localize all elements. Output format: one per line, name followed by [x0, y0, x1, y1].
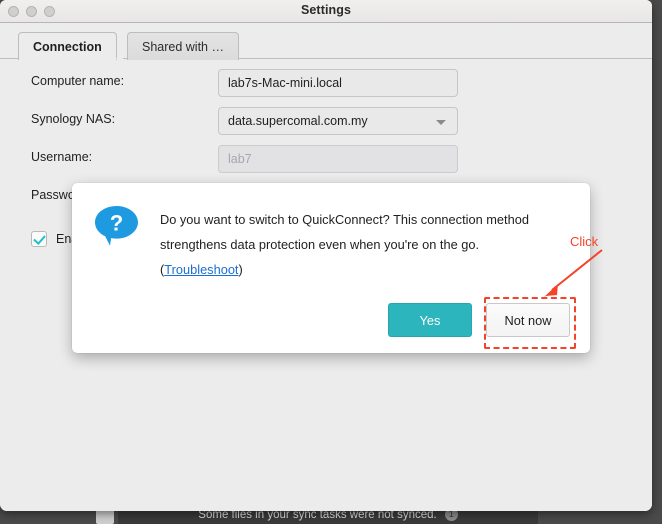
quickconnect-dialog: ? Do you want to switch to QuickConnect?… — [72, 183, 590, 353]
not-now-button-label: Not now — [504, 312, 552, 328]
yes-button-label: Yes — [419, 312, 441, 328]
yes-button[interactable]: Yes — [388, 303, 472, 337]
form-row-synology-nas: Synology NAS: data.supercomal.com.my — [0, 107, 652, 135]
synology-nas-value: data.supercomal.com.my — [228, 114, 368, 128]
not-now-button[interactable]: Not now — [486, 303, 570, 337]
label-username: Username: — [31, 150, 93, 164]
title-bar: Settings — [0, 0, 652, 23]
chevron-down-icon — [436, 120, 446, 125]
dialog-message: Do you want to switch to QuickConnect? T… — [160, 212, 529, 252]
annotation-click-label: Click — [570, 234, 599, 249]
tab-underline-mask — [19, 58, 123, 59]
label-computer-name: Computer name: — [31, 74, 125, 88]
synology-nas-select[interactable]: data.supercomal.com.my — [218, 107, 458, 135]
label-synology-nas: Synology NAS: — [31, 112, 116, 126]
tab-shared-with[interactable]: Shared with … — [127, 32, 239, 60]
tab-strip: Connection Shared with … — [0, 23, 652, 60]
form-row-username: Username: lab7 — [0, 145, 652, 173]
computer-name-value: lab7s-Mac-mini.local — [228, 76, 342, 90]
dialog-link-line: (Troubleshoot) — [160, 257, 243, 282]
troubleshoot-link[interactable]: Troubleshoot — [164, 262, 238, 277]
tab-shared-with-label: Shared with … — [142, 39, 224, 54]
encryption-checkbox[interactable] — [31, 231, 47, 247]
form-row-computer-name: Computer name: lab7s-Mac-mini.local — [0, 69, 652, 97]
question-speech-bubble-icon: ? — [95, 206, 138, 246]
username-input[interactable]: lab7 — [218, 145, 458, 173]
username-value: lab7 — [228, 152, 252, 166]
computer-name-input[interactable]: lab7s-Mac-mini.local — [218, 69, 458, 97]
window-title: Settings — [300, 3, 352, 17]
svg-text:?: ? — [110, 211, 123, 236]
tab-connection-label: Connection — [33, 39, 102, 54]
dialog-link-suffix: ) — [238, 262, 243, 277]
tab-connection[interactable]: Connection — [18, 32, 117, 60]
